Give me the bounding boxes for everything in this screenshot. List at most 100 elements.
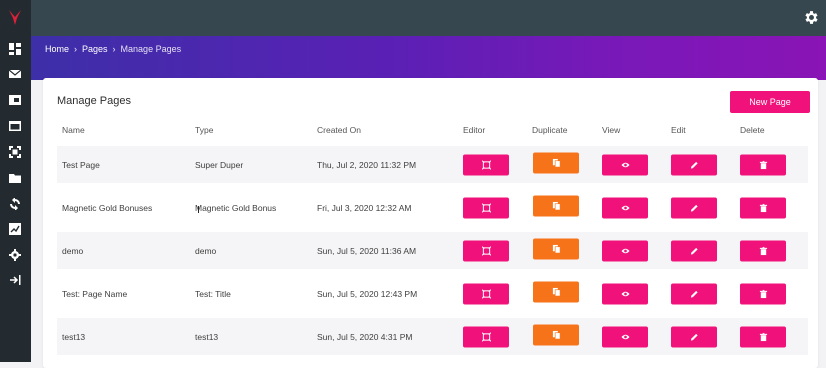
cell-name: demo (62, 245, 84, 256)
top-bar (31, 0, 826, 36)
table-row: Test Page Super Duper Thu, Jul 2, 2020 11:… (57, 146, 808, 183)
edit-icon (690, 247, 698, 255)
column-header-edit: Edit (671, 125, 686, 135)
duplicate-icon (552, 287, 560, 296)
duplicate-button[interactable] (533, 324, 579, 345)
edit-button[interactable] (671, 154, 717, 175)
cell-created-on: Sun, Jul 5, 2020 12:43 PM (317, 288, 418, 299)
view-icon (620, 205, 630, 210)
view-button[interactable] (602, 197, 648, 218)
breadcrumb-separator: › (74, 44, 78, 54)
view-button[interactable] (602, 283, 648, 304)
edit-icon (690, 161, 698, 169)
chart-icon[interactable] (8, 222, 22, 236)
expand-icon[interactable] (8, 145, 22, 159)
editor-icon (481, 332, 491, 341)
column-header-view: View (602, 125, 621, 135)
view-icon (620, 248, 630, 253)
column-header-editor: Editor (463, 125, 486, 135)
edit-button[interactable] (671, 283, 717, 304)
delete-button[interactable] (740, 154, 786, 175)
new-page-button[interactable]: New Page (730, 91, 810, 113)
duplicate-icon (552, 330, 560, 339)
cell-name: Test: Page Name (62, 288, 128, 299)
editor-button[interactable] (463, 197, 509, 218)
edit-icon (690, 204, 698, 212)
logo-icon[interactable] (6, 8, 24, 26)
duplicate-button[interactable] (533, 195, 579, 216)
view-icon (620, 162, 630, 167)
logout-icon[interactable] (8, 273, 22, 287)
editor-icon (481, 289, 491, 298)
edit-button[interactable] (671, 326, 717, 347)
editor-button[interactable] (463, 240, 509, 261)
cell-type: Magnetic Gold Bonus (195, 202, 277, 213)
dashboard-icon[interactable] (8, 42, 22, 56)
breadcrumb-separator: › (112, 44, 116, 54)
header-banner: Home › Pages › Manage Pages (31, 36, 826, 80)
delete-button[interactable] (740, 197, 786, 218)
table-row: test13 test13 Sun, Jul 5, 2020 4:31 PM (57, 318, 808, 355)
breadcrumb-pages[interactable]: Pages (82, 44, 108, 54)
delete-icon (759, 332, 767, 341)
column-header-type: Type (195, 125, 214, 135)
editor-icon (481, 160, 491, 169)
duplicate-button[interactable] (533, 152, 579, 173)
folder-icon[interactable] (8, 171, 22, 185)
editor-icon (481, 246, 491, 255)
cell-type: test13 (195, 331, 219, 342)
delete-button[interactable] (740, 326, 786, 347)
view-icon (620, 334, 630, 339)
media-icon[interactable] (8, 93, 22, 107)
edit-button[interactable] (671, 240, 717, 261)
duplicate-button[interactable] (533, 281, 579, 302)
cell-name: test13 (62, 331, 86, 342)
breadcrumb-current: Manage Pages (120, 44, 182, 54)
settings-icon[interactable] (8, 248, 22, 262)
cell-type: Test: Title (195, 288, 231, 299)
duplicate-button[interactable] (533, 238, 579, 259)
mail-icon[interactable] (8, 67, 22, 81)
editor-icon (481, 203, 491, 212)
breadcrumb: Home › Pages › Manage Pages (45, 44, 181, 54)
sync-icon[interactable] (8, 197, 22, 211)
delete-button[interactable] (740, 240, 786, 261)
delete-icon (759, 160, 767, 169)
duplicate-icon (552, 158, 560, 167)
cell-name: Magnetic Gold Bonuses (62, 202, 153, 213)
edit-button[interactable] (671, 197, 717, 218)
cell-created-on: Sun, Jul 5, 2020 11:36 AM (317, 245, 417, 256)
table-row: demo demo Sun, Jul 5, 2020 11:36 AM (57, 232, 808, 269)
sidebar (0, 0, 31, 362)
breadcrumb-home[interactable]: Home (45, 44, 69, 54)
edit-icon (690, 290, 698, 298)
table-row: Test: Page Name Test: Title Sun, Jul 5, 20… (57, 275, 808, 312)
cell-type: demo (195, 245, 217, 256)
column-header-delete: Delete (740, 125, 765, 135)
page-title: Manage Pages (57, 95, 131, 107)
editor-button[interactable] (463, 154, 509, 175)
browser-icon[interactable] (8, 119, 22, 133)
manage-pages-card: Manage Pages New Page Name Type Created … (43, 78, 818, 368)
view-button[interactable] (602, 240, 648, 261)
view-icon (620, 291, 630, 296)
column-header-created-on: Created On (317, 125, 361, 135)
view-button[interactable] (602, 326, 648, 347)
delete-icon (759, 246, 767, 255)
editor-button[interactable] (463, 283, 509, 304)
column-header-duplicate: Duplicate (532, 125, 568, 135)
cell-created-on: Sun, Jul 5, 2020 4:31 PM (317, 331, 413, 342)
table-row: Magnetic Gold Bonuses Magnetic Gold Bonus… (57, 189, 808, 226)
gear-icon[interactable] (803, 9, 820, 26)
duplicate-icon (552, 244, 560, 253)
cell-name: Test Page (62, 159, 100, 170)
view-button[interactable] (602, 154, 648, 175)
delete-button[interactable] (740, 283, 786, 304)
cell-created-on: Fri, Jul 3, 2020 12:32 AM (317, 202, 412, 213)
editor-button[interactable] (463, 326, 509, 347)
cell-type: Super Duper (195, 159, 244, 170)
duplicate-icon (552, 201, 560, 210)
delete-icon (759, 289, 767, 298)
column-header-name: Name (62, 125, 85, 135)
cell-created-on: Thu, Jul 2, 2020 11:32 PM (317, 159, 417, 170)
